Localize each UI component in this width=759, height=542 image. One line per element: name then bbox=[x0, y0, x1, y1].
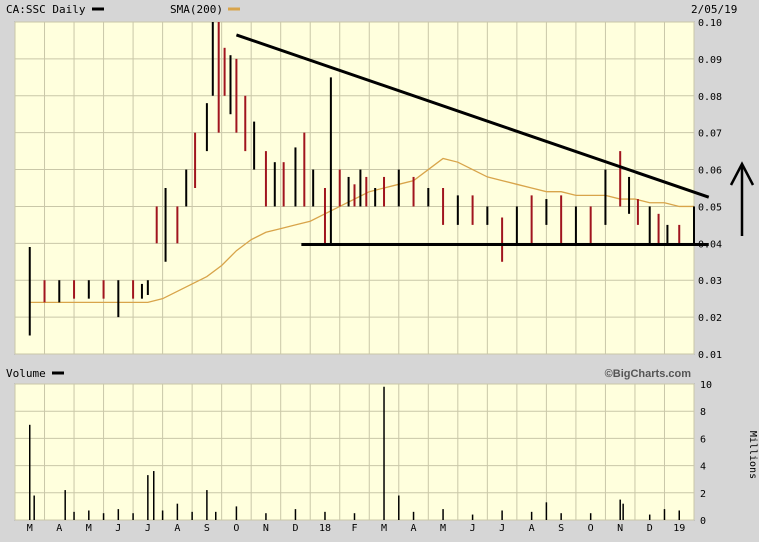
month-label: M bbox=[86, 523, 92, 534]
volume-label: Volume bbox=[6, 367, 46, 380]
chart-date: 2/05/19 bbox=[691, 3, 737, 16]
month-label: O bbox=[233, 523, 239, 534]
month-label: A bbox=[174, 523, 180, 534]
month-label: J bbox=[499, 523, 505, 534]
chart-window: CA:SSC Daily SMA(200) 2/05/19 0.10 0.09 0.… bbox=[0, 0, 759, 538]
month-label: J bbox=[115, 523, 121, 534]
month-label: N bbox=[263, 523, 269, 534]
volume-tick-label: 6 bbox=[700, 434, 706, 445]
price-tick-label: 0.03 bbox=[698, 276, 722, 287]
month-label: F bbox=[351, 523, 357, 534]
volume-tick-label: 2 bbox=[700, 489, 706, 500]
price-tick-label: 0.02 bbox=[698, 313, 722, 324]
volume-tick-label: 8 bbox=[700, 407, 706, 418]
price-tick-label: 0.05 bbox=[698, 202, 722, 213]
month-label: M bbox=[381, 523, 387, 534]
sma-label: SMA(200) bbox=[170, 3, 223, 16]
price-tick-label: 0.09 bbox=[698, 55, 722, 66]
month-label: M bbox=[27, 523, 33, 534]
month-label: A bbox=[56, 523, 62, 534]
month-label: D bbox=[647, 523, 653, 534]
up-arrow-icon bbox=[729, 161, 755, 236]
price-tick-label: 0.10 bbox=[698, 18, 722, 29]
stock-chart-svg: CA:SSC Daily SMA(200) 2/05/19 0.100.090.… bbox=[6, 3, 758, 534]
volume-tick-label: 10 bbox=[700, 380, 712, 391]
month-label: 18 bbox=[319, 523, 331, 534]
month-label: 19 bbox=[673, 523, 685, 534]
month-label: O bbox=[588, 523, 594, 534]
month-label: N bbox=[617, 523, 623, 534]
price-tick-label: 0.01 bbox=[698, 350, 722, 361]
symbol-label: CA:SSC Daily bbox=[6, 3, 86, 16]
volume-tick-label: 4 bbox=[700, 462, 706, 473]
volume-y-axis: 10 8 6 4 2 0 bbox=[700, 380, 712, 527]
month-label: A bbox=[529, 523, 535, 534]
price-tick-label: 0.06 bbox=[698, 166, 722, 177]
month-label: J bbox=[145, 523, 151, 534]
month-label: M bbox=[440, 523, 446, 534]
price-tick-label: 0.04 bbox=[698, 239, 722, 250]
price-tick-label: 0.08 bbox=[698, 92, 722, 103]
volume-plot-area bbox=[14, 383, 695, 521]
brand-watermark: ©BigCharts.com bbox=[605, 368, 692, 380]
header-legend: CA:SSC Daily SMA(200) 2/05/19 bbox=[6, 3, 737, 16]
month-label: S bbox=[558, 523, 564, 534]
month-label: J bbox=[470, 523, 476, 534]
price-tick-label: 0.07 bbox=[698, 129, 722, 140]
month-axis: M A M J J A S O N D 18 F M A M J J A S O N D 19 bbox=[27, 523, 686, 534]
month-label: D bbox=[292, 523, 298, 534]
month-label: A bbox=[411, 523, 417, 534]
millions-label: Millions bbox=[747, 431, 758, 479]
price-y-axis: 0.10 0.09 0.08 0.07 0.06 0.05 0.04 0.03 0.02 0.01 bbox=[698, 18, 722, 361]
month-label: S bbox=[204, 523, 210, 534]
volume-tick-label: 0 bbox=[700, 516, 706, 527]
